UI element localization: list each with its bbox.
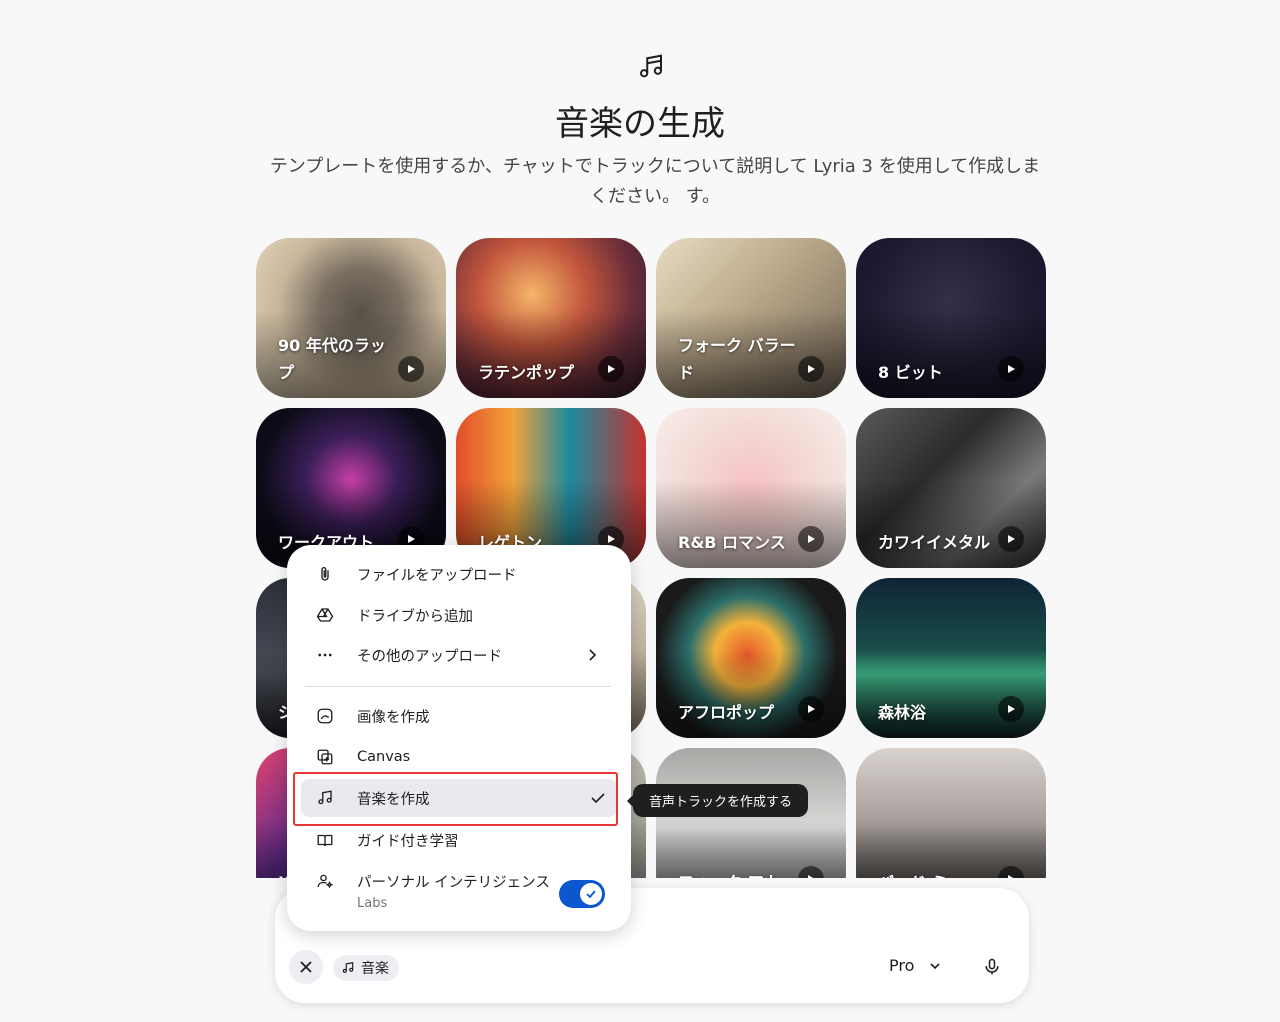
template-card-afropop[interactable]: アフロポップ (656, 578, 846, 738)
menu-label: ドライブから追加 (357, 608, 473, 625)
menu-sublabel: Labs (357, 896, 388, 911)
menu-label: 画像を作成 (357, 709, 430, 726)
template-label: アフロポップ (678, 703, 775, 722)
chip-label: 音楽 (361, 961, 389, 977)
canvas-icon (315, 747, 335, 767)
template-card-rnb-romance[interactable]: R&B ロマンス (656, 408, 846, 568)
menu-label: ファイルをアップロード (357, 567, 517, 584)
menu-item-canvas[interactable]: Canvas (301, 738, 617, 776)
image-create-icon (315, 706, 335, 726)
music-generation-page: 音楽の生成 テンプレートを使用するか、チャットでトラックについて説明して Lyr… (0, 0, 1280, 1022)
menu-label: パーソナル インテリジェンス (357, 875, 550, 891)
template-label: フォーク バラード (678, 336, 796, 382)
template-card-90s-rap[interactable]: 90 年代のラップ (256, 238, 446, 398)
selection-highlight (293, 772, 618, 826)
tooltip: 音声トラックを作成する (626, 784, 809, 817)
menu-item-upload-file[interactable]: ファイルをアップロード (301, 555, 617, 593)
play-icon[interactable] (998, 696, 1024, 722)
music-tool-chip[interactable]: 音楽 (333, 955, 399, 981)
drive-icon (315, 605, 335, 625)
template-label: R&B ロマンス (678, 533, 786, 552)
paperclip-icon (315, 564, 335, 584)
template-label: フォーク アカ (678, 869, 796, 878)
play-icon[interactable] (998, 526, 1024, 552)
template-label: 8 ビット (878, 363, 943, 382)
close-icon (300, 961, 312, 973)
check-icon (586, 890, 596, 899)
template-label: 森林浴 (878, 703, 927, 722)
template-card-forest-bathing[interactable]: 森林浴 (856, 578, 1046, 738)
music-note-icon (634, 50, 668, 84)
model-label: Pro (889, 956, 915, 975)
close-tool-button[interactable] (289, 950, 323, 984)
play-icon[interactable] (798, 526, 824, 552)
person-sparkle-icon (315, 871, 335, 891)
template-card-folk-ballad[interactable]: フォーク バラード (656, 238, 846, 398)
microphone-icon (985, 958, 999, 975)
music-note-icon (342, 962, 354, 973)
menu-divider (305, 686, 611, 687)
subtitle-line-1: テンプレートを使用するか、チャットでトラックについて説明して Lyria 3 を… (269, 156, 1041, 177)
template-card-latin-pop[interactable]: ラテンポップ (456, 238, 646, 398)
tools-menu: ファイルをアップロード ドライブから追加 その他のアップロード 画像を作成 Ca… (287, 545, 631, 931)
microphone-button[interactable] (979, 954, 1005, 980)
play-icon[interactable] (798, 696, 824, 722)
menu-label: その他のアップロード (357, 648, 502, 665)
template-card-kawaii-metal[interactable]: カワイイメタル (856, 408, 1046, 568)
template-card-bad-music[interactable]: バッド ミュー (856, 748, 1046, 878)
template-label: バッド ミュー (878, 869, 996, 878)
model-selector[interactable]: Pro (889, 956, 942, 975)
menu-item-add-from-drive[interactable]: ドライブから追加 (301, 596, 617, 634)
template-label: ラテンポップ (478, 363, 575, 382)
template-card-8bit[interactable]: 8 ビット (856, 238, 1046, 398)
template-card-workout[interactable]: ワークアウト (256, 408, 446, 568)
menu-label: ガイド付き学習 (357, 833, 459, 850)
toggle-knob (580, 883, 602, 905)
template-card-reggaeton[interactable]: レゲトン (456, 408, 646, 568)
template-label: カワイイメタル (878, 533, 991, 552)
menu-item-create-image[interactable]: 画像を作成 (301, 697, 617, 735)
page-title: 音楽の生成 (555, 104, 725, 144)
play-icon[interactable] (398, 356, 424, 382)
chevron-down-icon (930, 962, 940, 969)
menu-item-other-uploads[interactable]: その他のアップロード (301, 636, 617, 674)
play-icon[interactable] (998, 356, 1024, 382)
play-icon[interactable] (798, 356, 824, 382)
guided-learning-icon (315, 830, 335, 850)
chevron-right-icon (589, 649, 597, 661)
menu-label: Canvas (357, 749, 411, 765)
more-horiz-icon (315, 645, 335, 665)
template-label: 90 年代のラップ (278, 336, 386, 382)
play-icon[interactable] (598, 356, 624, 382)
personal-intelligence-toggle[interactable] (559, 880, 605, 908)
subtitle-line-2: ください。 す。 (590, 186, 720, 207)
menu-item-guided-learning[interactable]: ガイド付き学習 (301, 821, 617, 859)
personal-intelligence-text: パーソナル インテリジェンス Labs (357, 871, 550, 911)
page-subtitle: テンプレートを使用するか、チャットでトラックについて説明して Lyria 3 を… (240, 152, 1070, 212)
